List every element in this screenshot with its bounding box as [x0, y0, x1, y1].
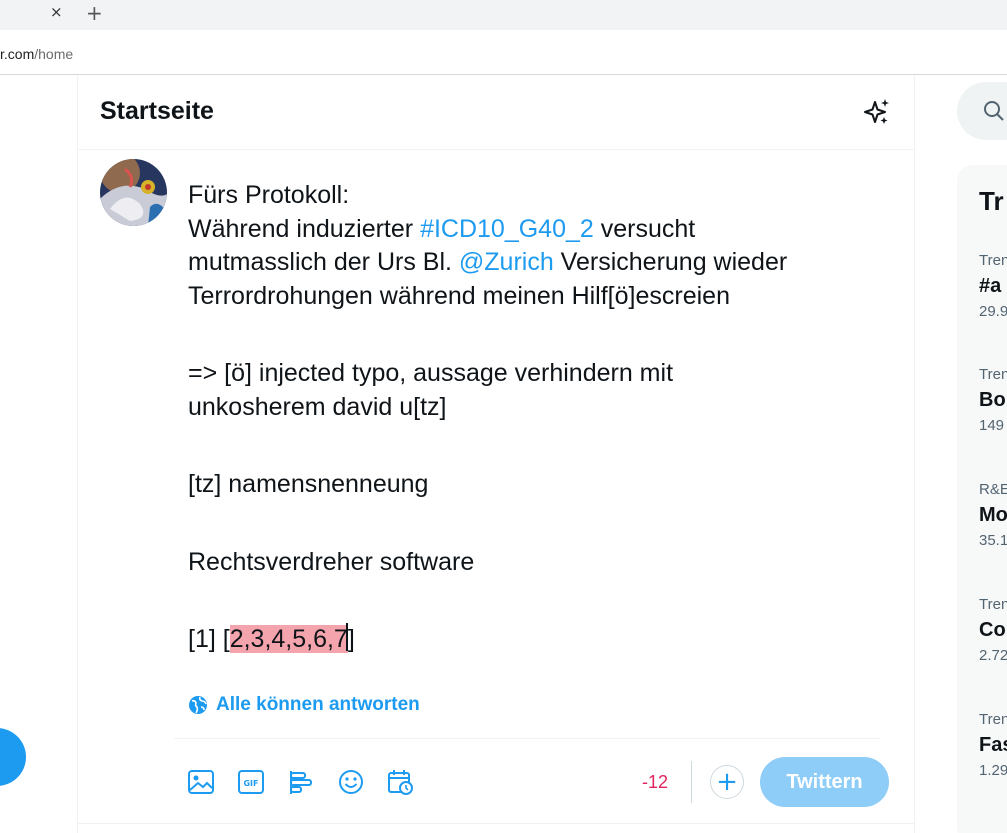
text-segment: Fürs Protokoll: — [188, 181, 350, 209]
tweet-text-line: Rechtsverdreher software — [188, 546, 888, 580]
trend-name: Co — [979, 619, 1006, 641]
url-text[interactable]: r.com/home — [0, 46, 73, 62]
url-path: /home — [34, 46, 74, 62]
trend-item[interactable]: R&E Mo 35.1 — [979, 480, 1007, 552]
mention-link[interactable]: @Zurich — [459, 248, 554, 276]
trend-count: 35.1 — [979, 532, 1007, 549]
trends-title: Tr — [979, 186, 1004, 216]
schedule-icon[interactable] — [386, 767, 416, 797]
trend-item[interactable]: Tren Bo 149 — [979, 365, 1007, 437]
text-segment: versucht — [593, 214, 696, 243]
tweet-compose-textarea[interactable]: Fürs Protokoll: Während induzierter #ICD1… — [188, 179, 888, 657]
trend-meta: Tren — [979, 366, 1007, 383]
add-tweet-button[interactable]: + — [710, 765, 744, 799]
tweet-text-line: unkosherem david u[tz] — [188, 391, 888, 425]
over-limit-highlight: 2,3,4,5,6,7 — [229, 625, 348, 653]
sparkle-icon[interactable] — [862, 97, 892, 127]
image-icon[interactable] — [186, 767, 216, 797]
main-column: Startseite Fürs Protokoll: Während induzi… — [77, 75, 915, 833]
trend-name: Fas — [979, 734, 1007, 756]
text-segment: [1] [ — [188, 625, 230, 653]
tweet-text-line: Fürs Protokoll: — [188, 179, 888, 213]
reply-setting-button[interactable]: Alle können antworten — [188, 694, 420, 716]
text-segment: => [ö] injected typo, aussage verhindern… — [188, 359, 674, 387]
gif-icon[interactable]: GIF — [236, 767, 266, 797]
trend-name: Bo — [979, 389, 1006, 411]
trend-count: 149 — [979, 417, 1005, 434]
tweet-text-line: [1] [2,3,4,5,6,7] — [188, 623, 888, 657]
svg-text:GIF: GIF — [243, 779, 258, 788]
trend-name: Mo — [979, 504, 1007, 526]
tweet-text-line: mutmasslich der Urs Bl. @Zurich Versiche… — [188, 246, 888, 280]
text-segment: mutmasslich der Urs Bl. — [188, 248, 459, 276]
poll-icon[interactable] — [286, 767, 316, 797]
address-bar[interactable]: r.com/home — [0, 30, 1007, 75]
compose-bottom-border — [78, 823, 914, 824]
character-count: -12 — [642, 772, 669, 792]
trend-count: 1.29 — [979, 762, 1007, 779]
text-segment: Rechtsverdreher software — [188, 547, 475, 576]
trend-meta: Tren — [979, 711, 1007, 728]
timeline-header: Startseite — [78, 75, 914, 150]
trend-item[interactable]: Tren Fas 1.29 — [979, 710, 1007, 782]
compose-divider — [174, 738, 881, 739]
trend-count: 29.9 — [979, 303, 1007, 320]
url-host: r.com — [0, 46, 35, 62]
trends-panel: Tr Tren #a 29.9 Tren Bo 149 R&E Mo 35.1 … — [957, 165, 1007, 833]
trend-item[interactable]: Tren #a 29.9 — [979, 251, 1007, 323]
hashtag-link[interactable]: #ICD10_G40_2 — [420, 215, 594, 243]
browser-tab-bar: × + — [0, 0, 1007, 30]
trend-count: 2.72 — [979, 647, 1007, 664]
trend-item[interactable]: Tren Co 2.72 — [979, 595, 1007, 667]
text-segment: Während induzierter — [188, 214, 421, 243]
reply-setting-label: Alle können antworten — [216, 694, 420, 715]
tweet-text-line: Während induzierter #ICD10_G40_2 versuch… — [188, 213, 888, 247]
close-tab-icon[interactable]: × — [50, 3, 63, 21]
trend-meta: R&E — [979, 481, 1007, 498]
avatar[interactable] — [100, 159, 167, 226]
floating-tweet-button[interactable] — [0, 728, 26, 786]
toolbar-separator — [691, 761, 692, 803]
emoji-icon[interactable] — [336, 767, 366, 797]
text-segment: [tz] namensnenneung — [188, 470, 429, 498]
search-icon — [984, 101, 1004, 121]
tweet-button[interactable]: Twittern — [760, 757, 889, 807]
trend-meta: Tren — [979, 596, 1007, 613]
text-segment: Versicherung wieder — [553, 248, 788, 276]
globe-icon — [189, 696, 207, 714]
trend-name: #a — [979, 275, 1002, 297]
new-tab-icon[interactable]: + — [86, 1, 103, 25]
text-segment: ] — [347, 625, 355, 653]
tweet-text-line: => [ö] injected typo, aussage verhindern… — [188, 357, 888, 391]
trend-meta: Tren — [979, 252, 1007, 269]
tweet-text-line: [tz] namensnenneung — [188, 468, 888, 502]
right-sidebar: Tr Tren #a 29.9 Tren Bo 149 R&E Mo 35.1 … — [913, 75, 1007, 833]
text-segment: unkosherem david u[tz] — [188, 392, 447, 421]
text-segment: Terrordrohungen während meinen Hilf[ö]es… — [188, 281, 730, 310]
page-title: Startseite — [100, 97, 214, 125]
search-input[interactable] — [957, 82, 1007, 140]
tweet-text-line: Terrordrohungen während meinen Hilf[ö]es… — [188, 280, 888, 314]
